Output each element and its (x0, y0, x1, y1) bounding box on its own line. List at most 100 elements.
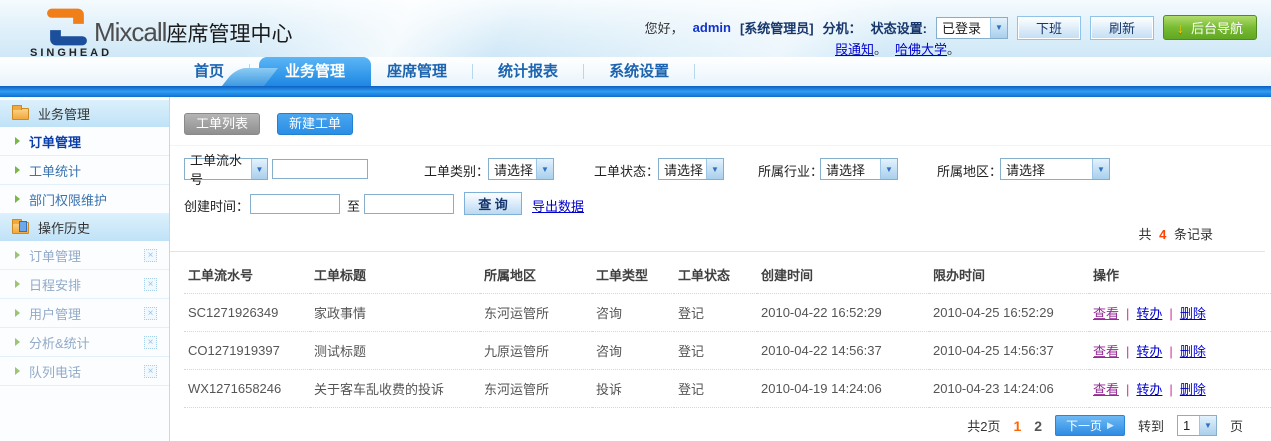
col-header-type: 工单类型 (592, 252, 674, 294)
col-header-created: 创建时间 (757, 252, 929, 294)
new-ticket-button[interactable]: 新建工单 (277, 113, 353, 135)
chevron-down-icon[interactable]: ▼ (536, 159, 553, 179)
cell-serial: CO1271919397 (184, 332, 310, 370)
page-number-1[interactable]: 1 (1013, 418, 1021, 434)
chevron-down-icon[interactable]: ▼ (706, 159, 723, 179)
next-page-button[interactable]: 下一页 ▶ (1055, 415, 1125, 436)
sidebar-group-history: 操作历史 (0, 214, 169, 241)
cell-status: 登记 (674, 294, 757, 332)
backend-nav-button[interactable]: ↓ 后台导航 (1163, 15, 1257, 40)
sidebar-group-business: 业务管理 (0, 100, 169, 127)
transfer-link[interactable]: 转办 (1136, 344, 1162, 359)
filter-bar: 工单流水号 ▼ 工单类别： 请选择 ▼ 工单状态： 请选择 ▼ 所属行业： 请选… (170, 146, 1271, 222)
username: admin (693, 20, 731, 35)
region-select[interactable]: 请选择 ▼ (1000, 158, 1110, 180)
notice-period-1: 。 (874, 42, 887, 57)
notice-period-2: 。 (947, 42, 960, 57)
sidebar-item-label: 订单管理 (29, 246, 81, 265)
sidebar-item-ticket-stats[interactable]: 工单统计 (0, 156, 169, 185)
close-icon[interactable]: × (144, 307, 157, 320)
backend-nav-label: 后台导航 (1191, 18, 1243, 37)
industry-select[interactable]: 请选择 ▼ (820, 158, 898, 180)
action-separator: | (1126, 382, 1129, 397)
chevron-down-icon[interactable]: ▼ (251, 159, 267, 179)
user-role: [系统管理员] (740, 18, 814, 37)
chevron-down-icon[interactable]: ▼ (990, 18, 1007, 38)
industry-value: 请选择 (826, 160, 865, 179)
cell-created: 2010-04-22 14:56:37 (757, 332, 929, 370)
cell-serial: WX1271658246 (184, 370, 310, 408)
cell-status: 登记 (674, 370, 757, 408)
nav-tab-report[interactable]: 统计报表 (482, 57, 574, 86)
nav-tab-business[interactable]: 业务管理 (259, 57, 371, 86)
created-to-input[interactable] (364, 194, 454, 214)
total-pages-label: 共2页 (967, 416, 1000, 435)
agent-status-select[interactable]: 已登录 ▼ (936, 17, 1008, 39)
ticket-type-select[interactable]: 请选择 ▼ (488, 158, 554, 180)
transfer-link[interactable]: 转办 (1136, 306, 1162, 321)
arrow-bullet-icon (15, 195, 20, 203)
sidebar-history-analysis[interactable]: 分析&统计 × (0, 328, 169, 357)
chevron-down-icon[interactable]: ▼ (1199, 416, 1216, 435)
refresh-button[interactable]: 刷新 (1090, 16, 1154, 40)
header: SINGHEAD Mixcall座席管理中心 您好， admin [系统管理员]… (0, 0, 1271, 57)
pagination-bar: 共2页 1 2 下一页 ▶ 转到 1 ▼ 页 (170, 415, 1271, 436)
col-header-actions: 操作 (1089, 252, 1271, 294)
serial-number-input[interactable] (272, 159, 368, 179)
sidebar-history-order-mgmt[interactable]: 订单管理 × (0, 241, 169, 270)
close-icon[interactable]: × (144, 278, 157, 291)
page-number-2[interactable]: 2 (1034, 418, 1042, 434)
folder-icon (12, 108, 29, 120)
chevron-down-icon[interactable]: ▼ (1092, 159, 1109, 179)
cell-deadline: 2010-04-25 14:56:37 (929, 332, 1089, 370)
arrow-bullet-icon (15, 338, 20, 346)
off-duty-button[interactable]: 下班 (1017, 16, 1081, 40)
search-field-value: 工单流水号 (190, 150, 251, 188)
sidebar-item-label: 部门权限维护 (29, 190, 107, 209)
sidebar-history-queue-calls[interactable]: 队列电话 × (0, 357, 169, 386)
delete-link[interactable]: 删除 (1180, 306, 1206, 321)
cell-deadline: 2010-04-25 16:52:29 (929, 294, 1089, 332)
view-link[interactable]: 查看 (1093, 382, 1119, 397)
export-data-link[interactable]: 导出数据 (532, 196, 584, 215)
cell-title: 测试标题 (310, 332, 480, 370)
notice-link-1[interactable]: 叚通知 (835, 42, 874, 57)
chevron-down-icon[interactable]: ▼ (880, 159, 897, 179)
product-title-suffix: 座席管理中心 (166, 23, 292, 46)
ticket-list-tab-button[interactable]: 工单列表 (184, 113, 260, 135)
action-separator: | (1169, 382, 1172, 397)
cell-actions: 查看|转办|删除 (1089, 294, 1271, 332)
brand-logo: SINGHEAD Mixcall座席管理中心 (30, 3, 300, 57)
transfer-link[interactable]: 转办 (1136, 382, 1162, 397)
delete-link[interactable]: 删除 (1180, 344, 1206, 359)
goto-page-select[interactable]: 1 ▼ (1177, 415, 1217, 436)
sidebar-item-order-mgmt[interactable]: 订单管理 (0, 127, 169, 156)
close-icon[interactable]: × (144, 365, 157, 378)
sidebar-history-user-mgmt[interactable]: 用户管理 × (0, 299, 169, 328)
created-from-input[interactable] (250, 194, 340, 214)
ticket-table: 工单流水号 工单标题 所属地区 工单类型 工单状态 创建时间 限办时间 操作 S… (184, 252, 1271, 408)
close-icon[interactable]: × (144, 249, 157, 262)
sidebar-history-schedule[interactable]: 日程安排 × (0, 270, 169, 299)
nav-accent-bar (0, 86, 1271, 97)
nav-tab-seat[interactable]: 座席管理 (371, 57, 463, 86)
close-icon[interactable]: × (144, 336, 157, 349)
sidebar-item-label: 日程安排 (29, 275, 81, 294)
view-link[interactable]: 查看 (1093, 306, 1119, 321)
search-field-select[interactable]: 工单流水号 ▼ (184, 158, 268, 180)
notice-link-2[interactable]: 哈佛大学 (895, 42, 947, 57)
cell-status: 登记 (674, 332, 757, 370)
delete-link[interactable]: 删除 (1180, 382, 1206, 397)
industry-label: 所属行业： (758, 161, 823, 180)
ticket-status-select[interactable]: 请选择 ▼ (658, 158, 724, 180)
down-arrow-icon: ↓ (1177, 20, 1184, 36)
view-link[interactable]: 查看 (1093, 344, 1119, 359)
search-button[interactable]: 查 询 (464, 192, 522, 215)
greeting-text: 您好， (645, 18, 684, 37)
record-count-suffix: 条记录 (1170, 227, 1213, 242)
nav-tab-settings[interactable]: 系统设置 (593, 57, 685, 86)
status-set-label: 状态设置: (871, 18, 927, 37)
ticket-status-label: 工单状态： (594, 161, 659, 180)
cell-serial: SC1271926349 (184, 294, 310, 332)
sidebar-item-dept-perm[interactable]: 部门权限维护 (0, 185, 169, 214)
